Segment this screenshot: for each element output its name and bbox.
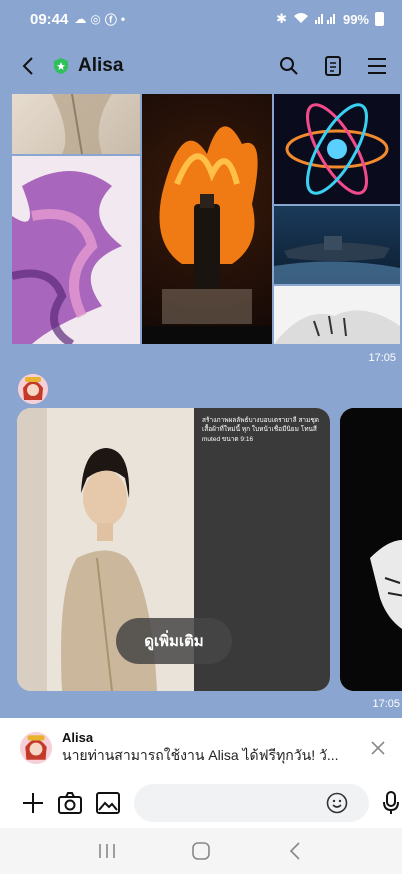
system-back-button[interactable] (275, 836, 315, 866)
gallery-button[interactable] (96, 790, 120, 816)
notice-avatar-image (20, 732, 52, 764)
home-icon (192, 842, 210, 860)
camera-icon (58, 792, 82, 814)
chat-area[interactable]: 17:05 สร้างภาพผลลัพธ์บางบอบเตรายาลี สามช… (0, 94, 402, 718)
dot-icon: • (120, 12, 126, 26)
chat-title: Alisa (78, 55, 124, 76)
emoji-icon (326, 792, 348, 814)
search-icon (280, 57, 298, 75)
image-icon (96, 792, 120, 814)
message-time-2: 17:05 (372, 698, 400, 710)
search-button[interactable] (278, 55, 300, 77)
status-bar: 09:44 ☁ ◎ ⓕ • ✱ 99% (0, 0, 402, 38)
voice-button[interactable] (383, 790, 399, 816)
chevron-left-icon (22, 57, 33, 75)
battery-icon (375, 12, 384, 26)
status-right: ✱ 99% (276, 11, 384, 27)
notice-name: Alisa (62, 729, 94, 745)
battery-percent: 99% (342, 11, 369, 27)
bluetooth-icon: ✱ (276, 11, 287, 26)
chat-header: Alisa (0, 38, 402, 94)
back-button[interactable] (14, 52, 42, 80)
add-button[interactable] (22, 790, 44, 816)
image-tile-coat[interactable] (12, 94, 140, 154)
home-button[interactable] (181, 836, 221, 866)
card-photo-2 (340, 408, 402, 691)
wifi-icon (293, 12, 309, 27)
notice-message: นายท่านสามารถใช้งาน Alisa ได้ฟรีทุกวัน! … (62, 746, 339, 763)
photo-card-message[interactable]: สร้างภาพผลลัพธ์บางบอบเตรายาลี สามชุด เสื… (17, 408, 330, 691)
cloud-icon: ☁ (74, 12, 87, 26)
system-nav-bar (0, 828, 402, 874)
notice-avatar (20, 732, 52, 764)
image-tile-submarine[interactable] (274, 206, 400, 284)
image-tile-bottle[interactable] (142, 94, 272, 344)
notes-icon (325, 56, 341, 76)
menu-button[interactable] (366, 55, 388, 77)
header-actions (278, 55, 388, 77)
image-grid-message[interactable] (12, 94, 400, 344)
plus-icon (23, 793, 43, 813)
see-more-button[interactable]: ดูเพิ่มเติม (116, 618, 232, 664)
recent-apps-icon (99, 844, 115, 858)
microphone-icon (383, 791, 399, 814)
avatar[interactable] (18, 374, 48, 404)
notice-close-button[interactable] (366, 736, 390, 760)
verified-shield-icon (54, 58, 68, 74)
camera-button[interactable] (58, 790, 82, 816)
facebook-icon: ⓕ (104, 12, 117, 27)
close-icon (371, 741, 385, 755)
chevron-left-icon (289, 842, 300, 860)
avatar-image (18, 374, 48, 404)
status-time: 09:44 (30, 10, 69, 28)
notice-texts: Alisa นายท่านสามารถใช้งาน Alisa ได้ฟรีทุ… (62, 730, 360, 767)
signal-icon (314, 12, 337, 27)
status-notification-icons: ☁ ◎ ⓕ • (74, 11, 125, 28)
image-tile-smoke[interactable] (12, 156, 140, 344)
image-tile-atom[interactable] (274, 94, 400, 204)
emoji-button[interactable] (324, 790, 350, 816)
card-prompt-text: สร้างภาพผลลัพธ์บางบอบเตรายาลี สามชุด เสื… (202, 417, 319, 443)
recent-apps-button[interactable] (87, 836, 127, 866)
photo-card-message-2[interactable] (340, 408, 402, 691)
instagram-icon: ◎ (90, 12, 101, 26)
notes-button[interactable] (322, 55, 344, 77)
image-tile-tiger[interactable] (274, 286, 400, 344)
menu-icon (368, 58, 386, 74)
input-bar (0, 778, 402, 828)
notice-bar[interactable]: Alisa นายท่านสามารถใช้งาน Alisa ได้ฟรีทุ… (0, 718, 402, 778)
message-time: 17:05 (368, 352, 396, 364)
